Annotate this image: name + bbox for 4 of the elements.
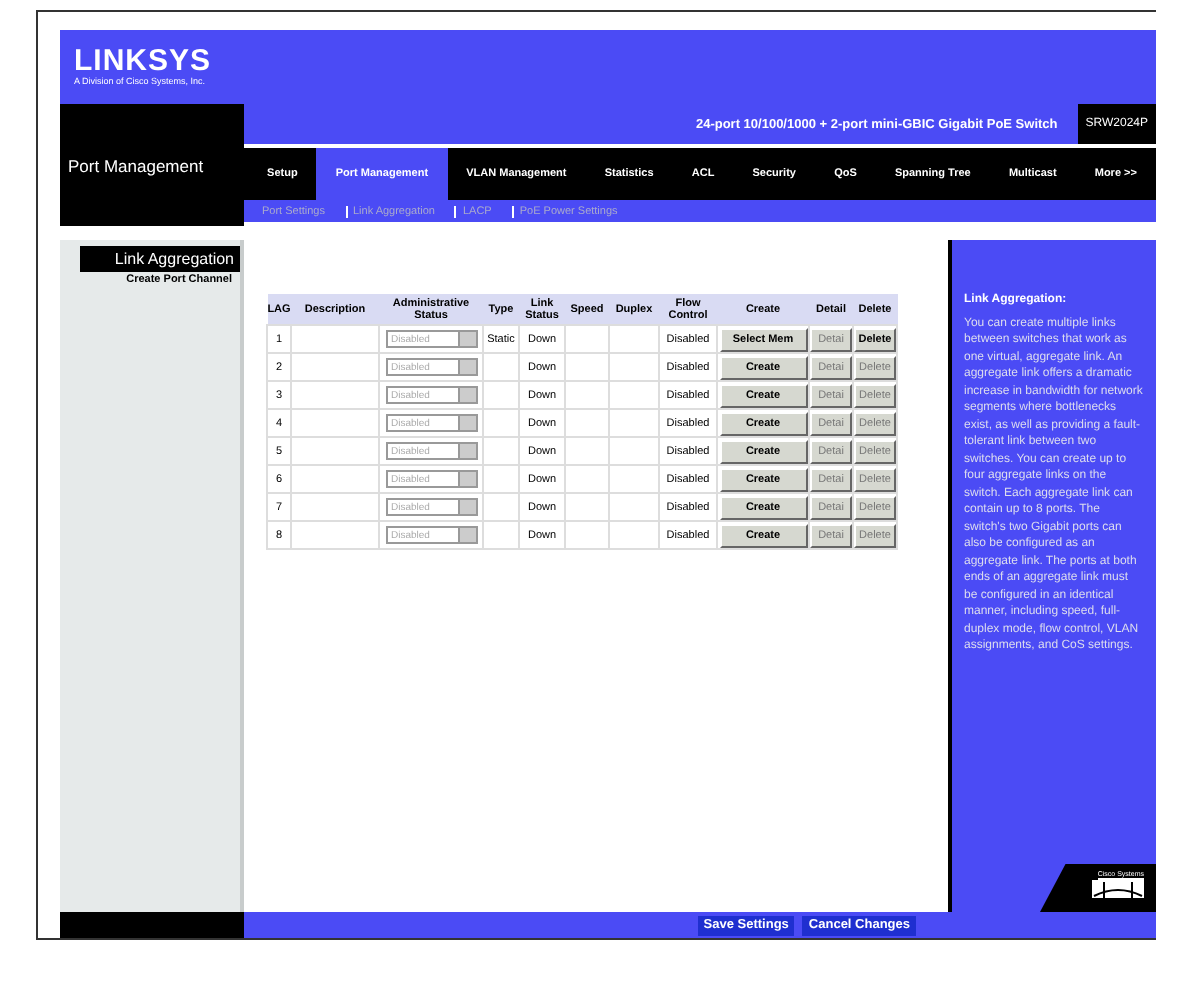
section-title: Port Management	[68, 155, 204, 175]
logo-wordmark: LINKSYS	[74, 46, 212, 76]
bridge-icon	[1092, 880, 1144, 898]
sidebar-heading: Link Aggregation	[80, 246, 240, 272]
